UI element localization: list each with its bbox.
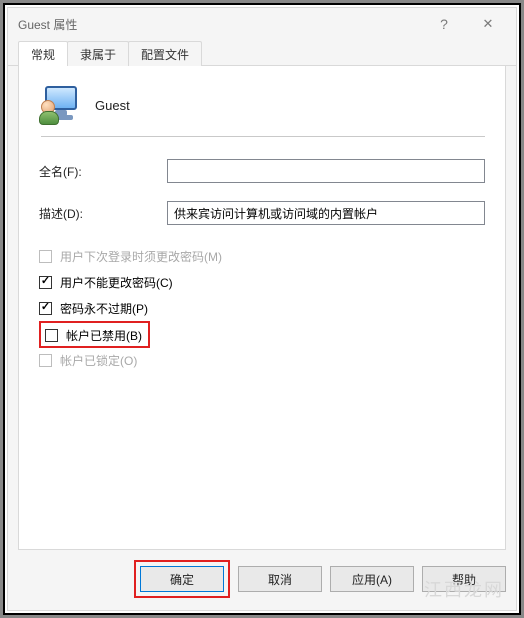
titlebar: Guest 属性 ? ✕ xyxy=(8,8,516,40)
check-neverexpires-label: 密码永不过期(P) xyxy=(60,300,148,317)
check-mustchange-label: 用户下次登录时须更改密码(M) xyxy=(60,248,222,265)
row-description: 描述(D): xyxy=(39,201,485,225)
tab-memberof[interactable]: 隶属于 xyxy=(67,41,129,66)
check-cannotchange[interactable] xyxy=(39,276,52,289)
check-neverexpires[interactable] xyxy=(39,302,52,315)
user-name: Guest xyxy=(95,98,130,113)
outer-frame: Guest 属性 ? ✕ 常规 隶属于 配置文件 Guest xyxy=(3,3,521,615)
close-icon[interactable]: ✕ xyxy=(466,9,510,39)
dialog-window: Guest 属性 ? ✕ 常规 隶属于 配置文件 Guest xyxy=(7,7,517,611)
input-description[interactable] xyxy=(167,201,485,225)
check-locked-row: 帐户已锁定(O) xyxy=(39,347,485,373)
check-cannotchange-label: 用户不能更改密码(C) xyxy=(60,274,173,291)
tabstrip: 常规 隶属于 配置文件 xyxy=(8,40,516,66)
check-disabled-row[interactable]: 帐户已禁用(B) xyxy=(39,321,485,347)
tab-general[interactable]: 常规 xyxy=(18,41,68,66)
check-mustchange-row: 用户下次登录时须更改密码(M) xyxy=(39,243,485,269)
check-locked-label: 帐户已锁定(O) xyxy=(60,352,137,369)
highlight-ok: 确定 xyxy=(134,560,230,598)
user-header: Guest xyxy=(39,84,485,126)
dialog-buttons: 确定 取消 应用(A) 帮助 xyxy=(8,560,516,610)
window-title: Guest 属性 xyxy=(18,16,77,33)
check-disabled[interactable] xyxy=(45,329,58,342)
cancel-button[interactable]: 取消 xyxy=(238,566,322,592)
check-cannotchange-row[interactable]: 用户不能更改密码(C) xyxy=(39,269,485,295)
check-locked xyxy=(39,354,52,367)
label-fullname: 全名(F): xyxy=(39,163,167,180)
input-fullname[interactable] xyxy=(167,159,485,183)
tab-profile[interactable]: 配置文件 xyxy=(128,41,202,66)
user-icon xyxy=(39,84,81,126)
check-mustchange xyxy=(39,250,52,263)
checkbox-group: 用户下次登录时须更改密码(M) 用户不能更改密码(C) 密码永不过期(P) 帐户… xyxy=(39,243,485,373)
row-fullname: 全名(F): xyxy=(39,159,485,183)
ok-button[interactable]: 确定 xyxy=(140,566,224,592)
highlight-disabled: 帐户已禁用(B) xyxy=(39,321,150,348)
help-icon[interactable]: ? xyxy=(422,9,466,39)
help-button[interactable]: 帮助 xyxy=(422,566,506,592)
check-disabled-label: 帐户已禁用(B) xyxy=(66,327,142,344)
apply-button[interactable]: 应用(A) xyxy=(330,566,414,592)
check-neverexpires-row[interactable]: 密码永不过期(P) xyxy=(39,295,485,321)
separator xyxy=(41,136,485,137)
tab-panel-general: Guest 全名(F): 描述(D): 用户下次登录时须更改密码(M) 用户不能… xyxy=(18,66,506,550)
label-description: 描述(D): xyxy=(39,205,167,222)
